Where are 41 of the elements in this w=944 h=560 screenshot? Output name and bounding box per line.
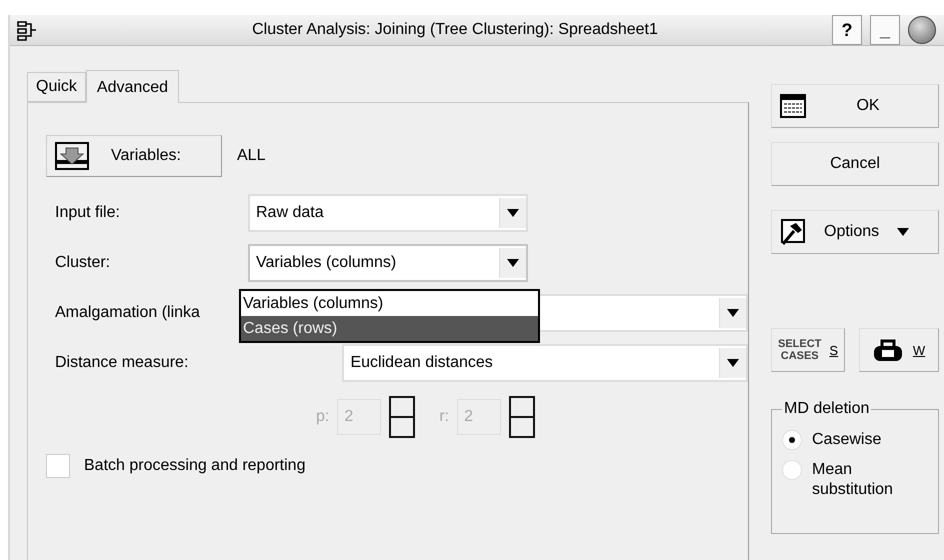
tab[interactable]: Quick (27, 72, 86, 102)
spinner-label: r: (439, 408, 450, 426)
help-button[interactable]: ? (832, 15, 862, 45)
hammer-icon (780, 219, 806, 245)
dropdown-arrow-icon (507, 259, 519, 267)
close-button[interactable] (908, 16, 936, 44)
group-title: MD deletion (783, 400, 870, 418)
checkbox-label: Batch processing and reporting (84, 457, 306, 475)
radio-label: Casewise (812, 430, 882, 450)
table-icon (780, 94, 806, 118)
weight-button[interactable]: W (859, 328, 939, 372)
minimize-button[interactable]: _ (870, 15, 900, 45)
window-title: Cluster Analysis: Joining (Tree Clustering): Spreadsheet1 (251, 21, 659, 39)
dropdown-field[interactable]: Variables (columns) (248, 244, 528, 282)
dropdown-option[interactable]: Cases (rows) (241, 316, 538, 341)
ok-button[interactable]: OK (771, 84, 939, 128)
checkbox[interactable] (46, 454, 70, 478)
dropdown-arrow-icon (507, 209, 519, 217)
spinner-arrows-icon[interactable] (509, 396, 536, 438)
tab[interactable]: Advanced (86, 70, 180, 103)
radio-label: Mean substitution (812, 460, 894, 500)
field-label: Amalgamation (linka (55, 304, 200, 321)
dropdown-field[interactable]: Euclidean distances (342, 344, 748, 382)
dropdown-arrow-icon (727, 359, 739, 367)
radio-button[interactable] (782, 460, 802, 480)
radio-button[interactable] (782, 430, 802, 450)
field-label: Distance measure: (55, 354, 188, 371)
field-label: Input file: (55, 204, 120, 221)
download-icon (55, 142, 89, 170)
dropdown-arrow-icon (897, 228, 910, 236)
options-button[interactable]: Options (771, 210, 939, 254)
variables-value: ALL (237, 147, 266, 165)
weight-icon (872, 338, 903, 362)
spinner-arrows-icon[interactable] (389, 396, 416, 438)
spinner-label: p: (316, 408, 330, 426)
cancel-button[interactable]: Cancel (771, 142, 939, 186)
variables-button[interactable]: Variables: (46, 135, 222, 177)
field-label: Cluster: (55, 254, 110, 271)
tree-icon (16, 19, 38, 41)
dropdown-field[interactable]: Raw data (248, 194, 528, 232)
dropdown-arrow-icon (727, 309, 739, 317)
